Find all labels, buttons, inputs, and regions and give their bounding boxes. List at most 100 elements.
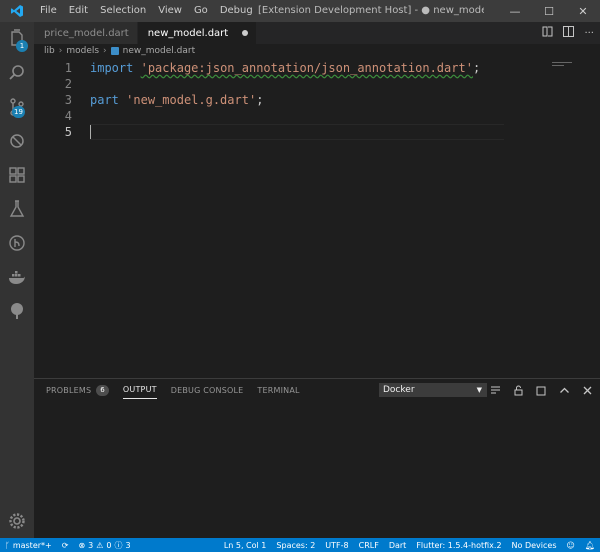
error-icon: ⊗ [78,540,86,550]
text-cursor [90,125,91,139]
breadcrumb: lib › models › new_model.dart [34,44,600,58]
line-endings[interactable]: CRLF [354,541,384,550]
branch-icon: ᚴ [5,540,10,550]
editor-actions: ··· [542,22,594,44]
code-line: 1 import 'package:json_annotation/json_a… [34,60,554,76]
feedback-icon[interactable]: ☺ [562,541,580,550]
problems-indicator[interactable]: ⊗ 3 ⚠ 0 ⓘ 3 [73,540,135,551]
code-text: import 'package:json_annotation/json_ann… [90,60,480,76]
window-title: [Extension Development Host] - ● new_mod… [258,5,484,16]
split-editor-icon[interactable] [563,26,575,40]
tree-icon[interactable] [0,294,34,328]
dart-file-icon [110,47,119,55]
string-literal: 'package:json_annotation/json_annotation… [140,61,473,75]
tab-label: TERMINAL [257,385,300,395]
status-bar: ᚴ master*+ ⟳ ⊗ 3 ⚠ 0 ⓘ 3 Ln 5, Col 1 Spa… [0,538,600,552]
menu-debug[interactable]: Debug [214,0,259,22]
line-number: 4 [64,109,72,123]
open-changes-icon[interactable] [542,26,553,40]
minimize-icon[interactable]: — [498,0,532,22]
lock-scroll-icon[interactable] [511,383,525,397]
tab-price-model[interactable]: price_model.dart [34,22,138,44]
extensions-icon[interactable] [0,158,34,192]
maximize-icon[interactable]: ☐ [532,0,566,22]
close-panel-icon[interactable] [580,383,594,397]
encoding[interactable]: UTF-8 [320,541,353,550]
output-channel-value: Docker [383,385,415,395]
explorer-badge: 1 [16,40,28,52]
chevron-up-icon[interactable] [557,383,571,397]
tab-label: PROBLEMS [46,385,92,395]
breadcrumb-lib[interactable]: lib [44,46,55,56]
unsaved-dot-icon[interactable] [242,30,249,36]
punctuation: ; [256,93,264,107]
warning-count: 0 [106,540,112,550]
more-actions-icon[interactable]: ··· [584,28,594,39]
problems-count-badge: 6 [96,384,109,396]
window-controls: — ☐ ✕ [498,0,600,22]
chevron-right-icon: › [103,46,107,56]
close-icon[interactable]: ✕ [566,0,600,22]
current-line-highlight [90,124,504,140]
tab-label: DEBUG CONSOLE [170,385,244,395]
tab-terminal[interactable]: TERMINAL [257,382,299,399]
code-line: 4 [34,108,554,124]
info-icon: ⓘ [114,540,123,550]
flutter-version[interactable]: Flutter: 1.5.4-hotfix.2 [411,541,506,550]
cursor-position[interactable]: Ln 5, Col 1 [219,541,272,550]
title-bar: File Edit Selection View Go Debug [Exten… [0,0,600,22]
menu-edit[interactable]: Edit [63,0,94,22]
device-selector[interactable]: No Devices [507,541,562,550]
tab-problems[interactable]: PROBLEMS 6 [46,381,109,400]
docker-icon[interactable] [0,260,34,294]
explorer-icon[interactable]: 1 [0,22,34,56]
menu-file[interactable]: File [34,0,63,22]
menu-selection[interactable]: Selection [94,0,152,22]
test-flask-icon[interactable] [0,192,34,226]
code-text: part 'new_model.g.dart'; [90,92,263,108]
sync-icon[interactable]: ⟳ [57,541,74,550]
vscode-logo-icon [0,0,34,22]
line-number: 2 [64,77,72,91]
string-literal: 'new_model.g.dart' [126,93,257,107]
tab-label: new_model.dart [147,27,229,39]
code-line: 3 part 'new_model.g.dart'; [34,92,554,108]
chevron-down-icon: ▼ [476,386,482,394]
warning-icon: ⚠ [96,540,104,550]
code-editor[interactable]: 1 import 'package:json_annotation/json_a… [34,58,600,378]
line-number: 5 [64,125,72,139]
language-mode[interactable]: Dart [384,541,412,550]
minimap[interactable] [552,60,596,70]
output-channel-select[interactable]: Docker ▼ [379,383,487,397]
tab-label: price_model.dart [44,27,129,39]
tab-new-model[interactable]: new_model.dart [137,22,258,44]
debug-icon[interactable] [0,124,34,158]
code-line-current: 5 [34,124,554,140]
tab-output[interactable]: OUTPUT [122,381,157,399]
maximize-panel-icon[interactable] [534,383,548,397]
error-count: 3 [88,540,94,550]
indentation[interactable]: Spaces: 2 [271,541,320,550]
gear-icon[interactable] [0,504,34,538]
info-count: 3 [125,540,131,550]
menu-go[interactable]: Go [188,0,214,22]
bottom-panel: PROBLEMS 6 OUTPUT DEBUG CONSOLE TERMINAL… [34,378,600,538]
line-number: 1 [64,61,72,75]
source-control-icon[interactable]: 19 [0,90,34,124]
breadcrumb-models[interactable]: models [66,46,99,56]
breadcrumb-file[interactable]: new_model.dart [123,46,195,56]
activity-bar: 1 19 [0,22,34,538]
editor-tabs: price_model.dart new_model.dart ··· [34,22,600,44]
tab-debug-console[interactable]: DEBUG CONSOLE [171,382,244,399]
gitlens-icon[interactable] [0,226,34,260]
clear-output-icon[interactable] [488,383,502,397]
search-icon[interactable] [0,56,34,90]
menu-view[interactable]: View [152,0,188,22]
notifications-bell-icon[interactable]: 🔔︎ [580,541,600,550]
branch-name: master*+ [12,540,52,550]
line-number: 3 [64,93,72,107]
scm-badge: 19 [12,106,25,118]
menu-bar: File Edit Selection View Go Debug [34,0,259,22]
status-right: Ln 5, Col 1 Spaces: 2 UTF-8 CRLF Dart Fl… [219,541,600,550]
branch-indicator[interactable]: ᚴ master*+ [0,541,57,550]
